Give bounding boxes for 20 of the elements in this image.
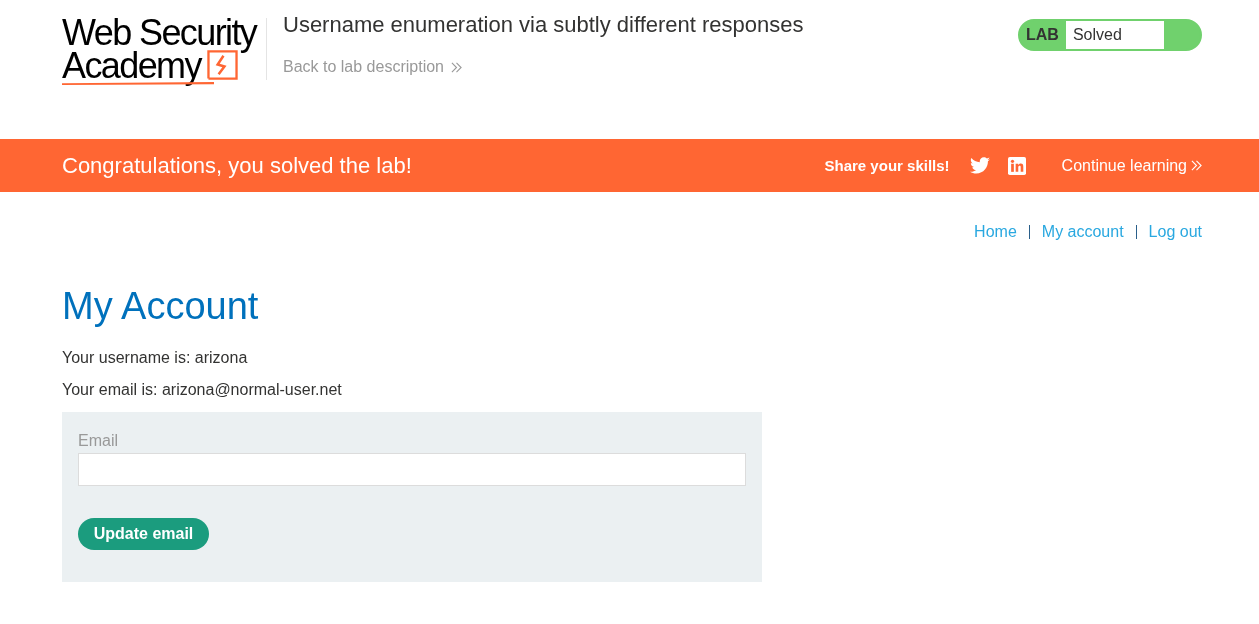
badge-label: LAB — [1025, 26, 1060, 44]
lab-title: Username enumeration via subtly different responses — [283, 12, 804, 38]
in-square-icon[interactable] — [1007, 156, 1026, 175]
account-detail: Your username is: arizona — [62, 348, 248, 368]
lab-status: Solved — [1065, 21, 1164, 49]
double-chevron-icon — [1191, 160, 1202, 171]
double-chevron-icon — [451, 61, 462, 73]
email-label: Email — [78, 431, 118, 450]
update-email-button[interactable]: Update email — [78, 518, 209, 550]
nav-link[interactable]: Home — [974, 222, 1017, 242]
banner-message: Congratulations, you solved the lab! — [62, 152, 412, 179]
continue-learning-link[interactable]: Continue learning — [1061, 156, 1202, 175]
nav-link[interactable]: Log out — [1148, 222, 1202, 242]
back-link[interactable]: Back to lab description — [283, 58, 462, 76]
nav-link[interactable]: My account — [1041, 222, 1124, 242]
bird-icon[interactable] — [969, 157, 990, 174]
page-heading: My Account — [62, 284, 259, 329]
account-detail: Your email is: arizona@normal-user.net — [62, 380, 342, 400]
email-input[interactable] — [78, 453, 746, 486]
share-label: Share your skills! — [824, 157, 950, 174]
